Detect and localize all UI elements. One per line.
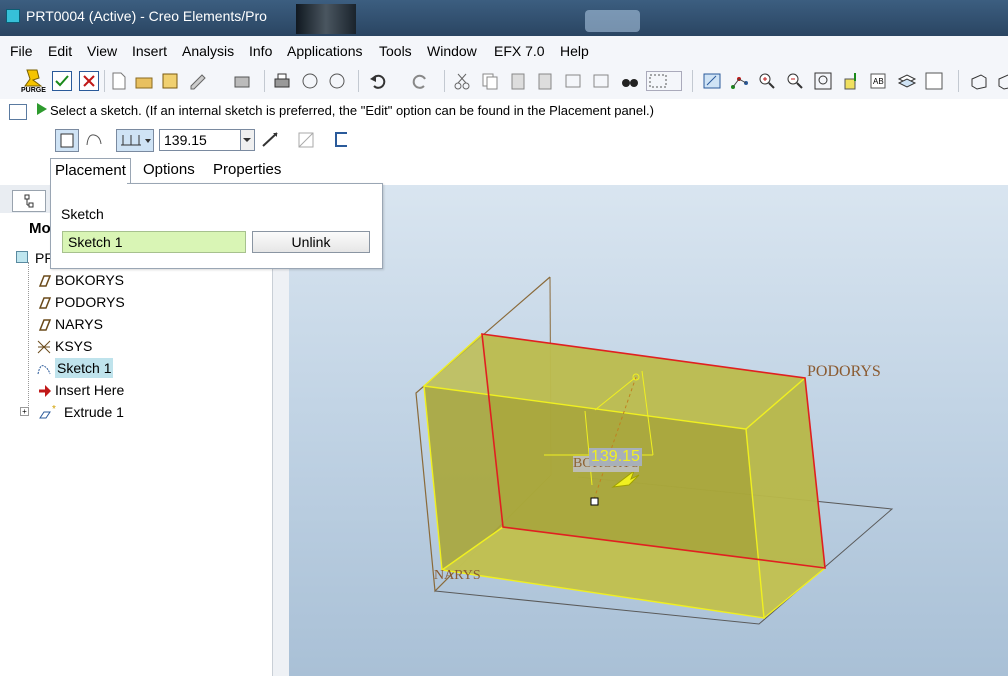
main-toolbar: PURGE AB (0, 64, 1008, 100)
model-tree-tab[interactable] (12, 190, 46, 212)
tree-item-ksys[interactable]: KSYS (55, 336, 92, 356)
view-manager-icon[interactable] (924, 71, 944, 91)
refit-icon[interactable] (813, 71, 833, 91)
model-tree-header: Mo (29, 220, 51, 237)
depth-value-dropdown[interactable] (241, 129, 255, 151)
hidden-line-icon[interactable] (996, 71, 1008, 91)
layers-icon[interactable] (897, 71, 917, 91)
graphics-window[interactable]: PODORYS NARYS BOKORYS 139.15 (289, 185, 1008, 676)
zoom-in-icon[interactable] (757, 71, 777, 91)
surface-toggle-button[interactable] (83, 129, 107, 152)
tree-item-extrude-1[interactable]: Extrude 1 (64, 402, 124, 422)
extrude-icon: * (38, 404, 60, 423)
zoom-out-icon[interactable] (785, 71, 805, 91)
model-view (415, 276, 894, 625)
tab-placement[interactable]: Placement (50, 158, 131, 184)
paste-special-icon[interactable] (535, 71, 555, 91)
send-link-icon[interactable] (327, 71, 347, 91)
menu-tools[interactable]: Tools (379, 43, 412, 59)
depth-value-input[interactable] (159, 129, 241, 151)
tab-options[interactable]: Options (139, 158, 199, 183)
svg-text:*: * (52, 404, 56, 415)
saved-views-icon[interactable]: AB (869, 71, 889, 91)
search-tool-icon[interactable] (591, 71, 611, 91)
expand-toggle-icon[interactable]: + (20, 407, 29, 416)
tree-item-narys[interactable]: NARYS (55, 314, 103, 334)
new-file-icon[interactable] (109, 71, 129, 91)
tree-item-sketch-1[interactable]: Sketch 1 (55, 358, 114, 378)
menu-edit[interactable]: Edit (48, 43, 72, 59)
coordinate-system-icon (36, 339, 52, 358)
svg-text:AB: AB (873, 77, 884, 86)
print-icon[interactable] (272, 71, 292, 91)
print-setup-icon[interactable] (232, 71, 252, 91)
datum-plane-icon (36, 296, 52, 313)
tree-item-bokorys[interactable]: BOKORYS (55, 270, 124, 290)
menu-insert[interactable]: Insert (132, 43, 167, 59)
edit-icon[interactable] (188, 71, 208, 91)
flip-direction-button[interactable] (259, 129, 283, 152)
remove-material-button[interactable] (295, 129, 319, 152)
menu-view[interactable]: View (87, 43, 117, 59)
sketch-collector-field[interactable]: Sketch 1 (62, 231, 246, 253)
repaint-icon[interactable] (702, 71, 722, 91)
purge-label: PURGE (21, 87, 46, 94)
open-file-icon[interactable] (134, 71, 154, 91)
menu-file[interactable]: File (10, 43, 33, 59)
insert-here-arrow-icon (38, 384, 52, 401)
menu-applications[interactable]: Applications (287, 43, 363, 59)
thicken-sketch-button[interactable] (331, 129, 355, 152)
datum-plane-icon (36, 274, 52, 291)
taskbar-thumbnail (296, 4, 356, 34)
save-icon[interactable] (160, 71, 180, 91)
close-window-icon[interactable] (79, 71, 99, 91)
menu-info[interactable]: Info (249, 43, 272, 59)
tab-connector (51, 182, 127, 184)
datum-plane-icon (36, 318, 52, 335)
shaded-display-icon[interactable] (969, 71, 989, 91)
depth-option-dropdown[interactable] (116, 129, 154, 152)
email-icon[interactable] (300, 71, 320, 91)
tree-item-insert-here[interactable]: Insert Here (55, 380, 124, 400)
datum-label-podorys[interactable]: PODORYS (807, 363, 881, 381)
menu-analysis[interactable]: Analysis (182, 43, 234, 59)
part-icon (16, 251, 28, 263)
solid-toggle-button[interactable] (55, 129, 79, 152)
spin-center-icon[interactable] (729, 71, 749, 91)
find-icon[interactable] (563, 71, 583, 91)
menu-window[interactable]: Window (427, 43, 477, 59)
sketch-icon (36, 362, 52, 379)
binoculars-icon[interactable] (620, 71, 640, 91)
undo-icon[interactable] (368, 71, 388, 91)
window-title: PRT0004 (Active) - Creo Elements/Pro (26, 8, 267, 24)
redo-icon[interactable] (410, 71, 430, 91)
prompt-arrow-icon (37, 103, 47, 115)
taskbar-thumbnail (585, 10, 640, 32)
cut-icon[interactable] (452, 71, 472, 91)
depth-dimension[interactable]: 139.15 (589, 448, 642, 466)
sketch-section-label: Sketch (61, 206, 104, 222)
menu-bar: File Edit View Insert Analysis Info Appl… (0, 36, 1008, 65)
unlink-button[interactable]: Unlink (252, 231, 370, 253)
purge-button[interactable]: PURGE (21, 68, 46, 96)
paste-icon[interactable] (508, 71, 528, 91)
message-window-icon[interactable] (9, 104, 27, 120)
tree-guide-line (28, 262, 30, 412)
reorient-icon[interactable] (841, 71, 861, 91)
message-prompt: Select a sketch. (If an internal sketch … (50, 103, 654, 118)
tab-properties[interactable]: Properties (209, 158, 285, 183)
menu-efx[interactable]: EFX 7.0 (494, 43, 545, 59)
regenerate-icon[interactable] (52, 71, 72, 91)
placement-panel (50, 183, 383, 269)
copy-icon[interactable] (480, 71, 500, 91)
app-icon (6, 9, 20, 23)
menu-help[interactable]: Help (560, 43, 589, 59)
tree-item-podorys[interactable]: PODORYS (55, 292, 125, 312)
datum-label-narys[interactable]: NARYS (434, 568, 481, 584)
selection-box-icon[interactable] (646, 71, 682, 91)
